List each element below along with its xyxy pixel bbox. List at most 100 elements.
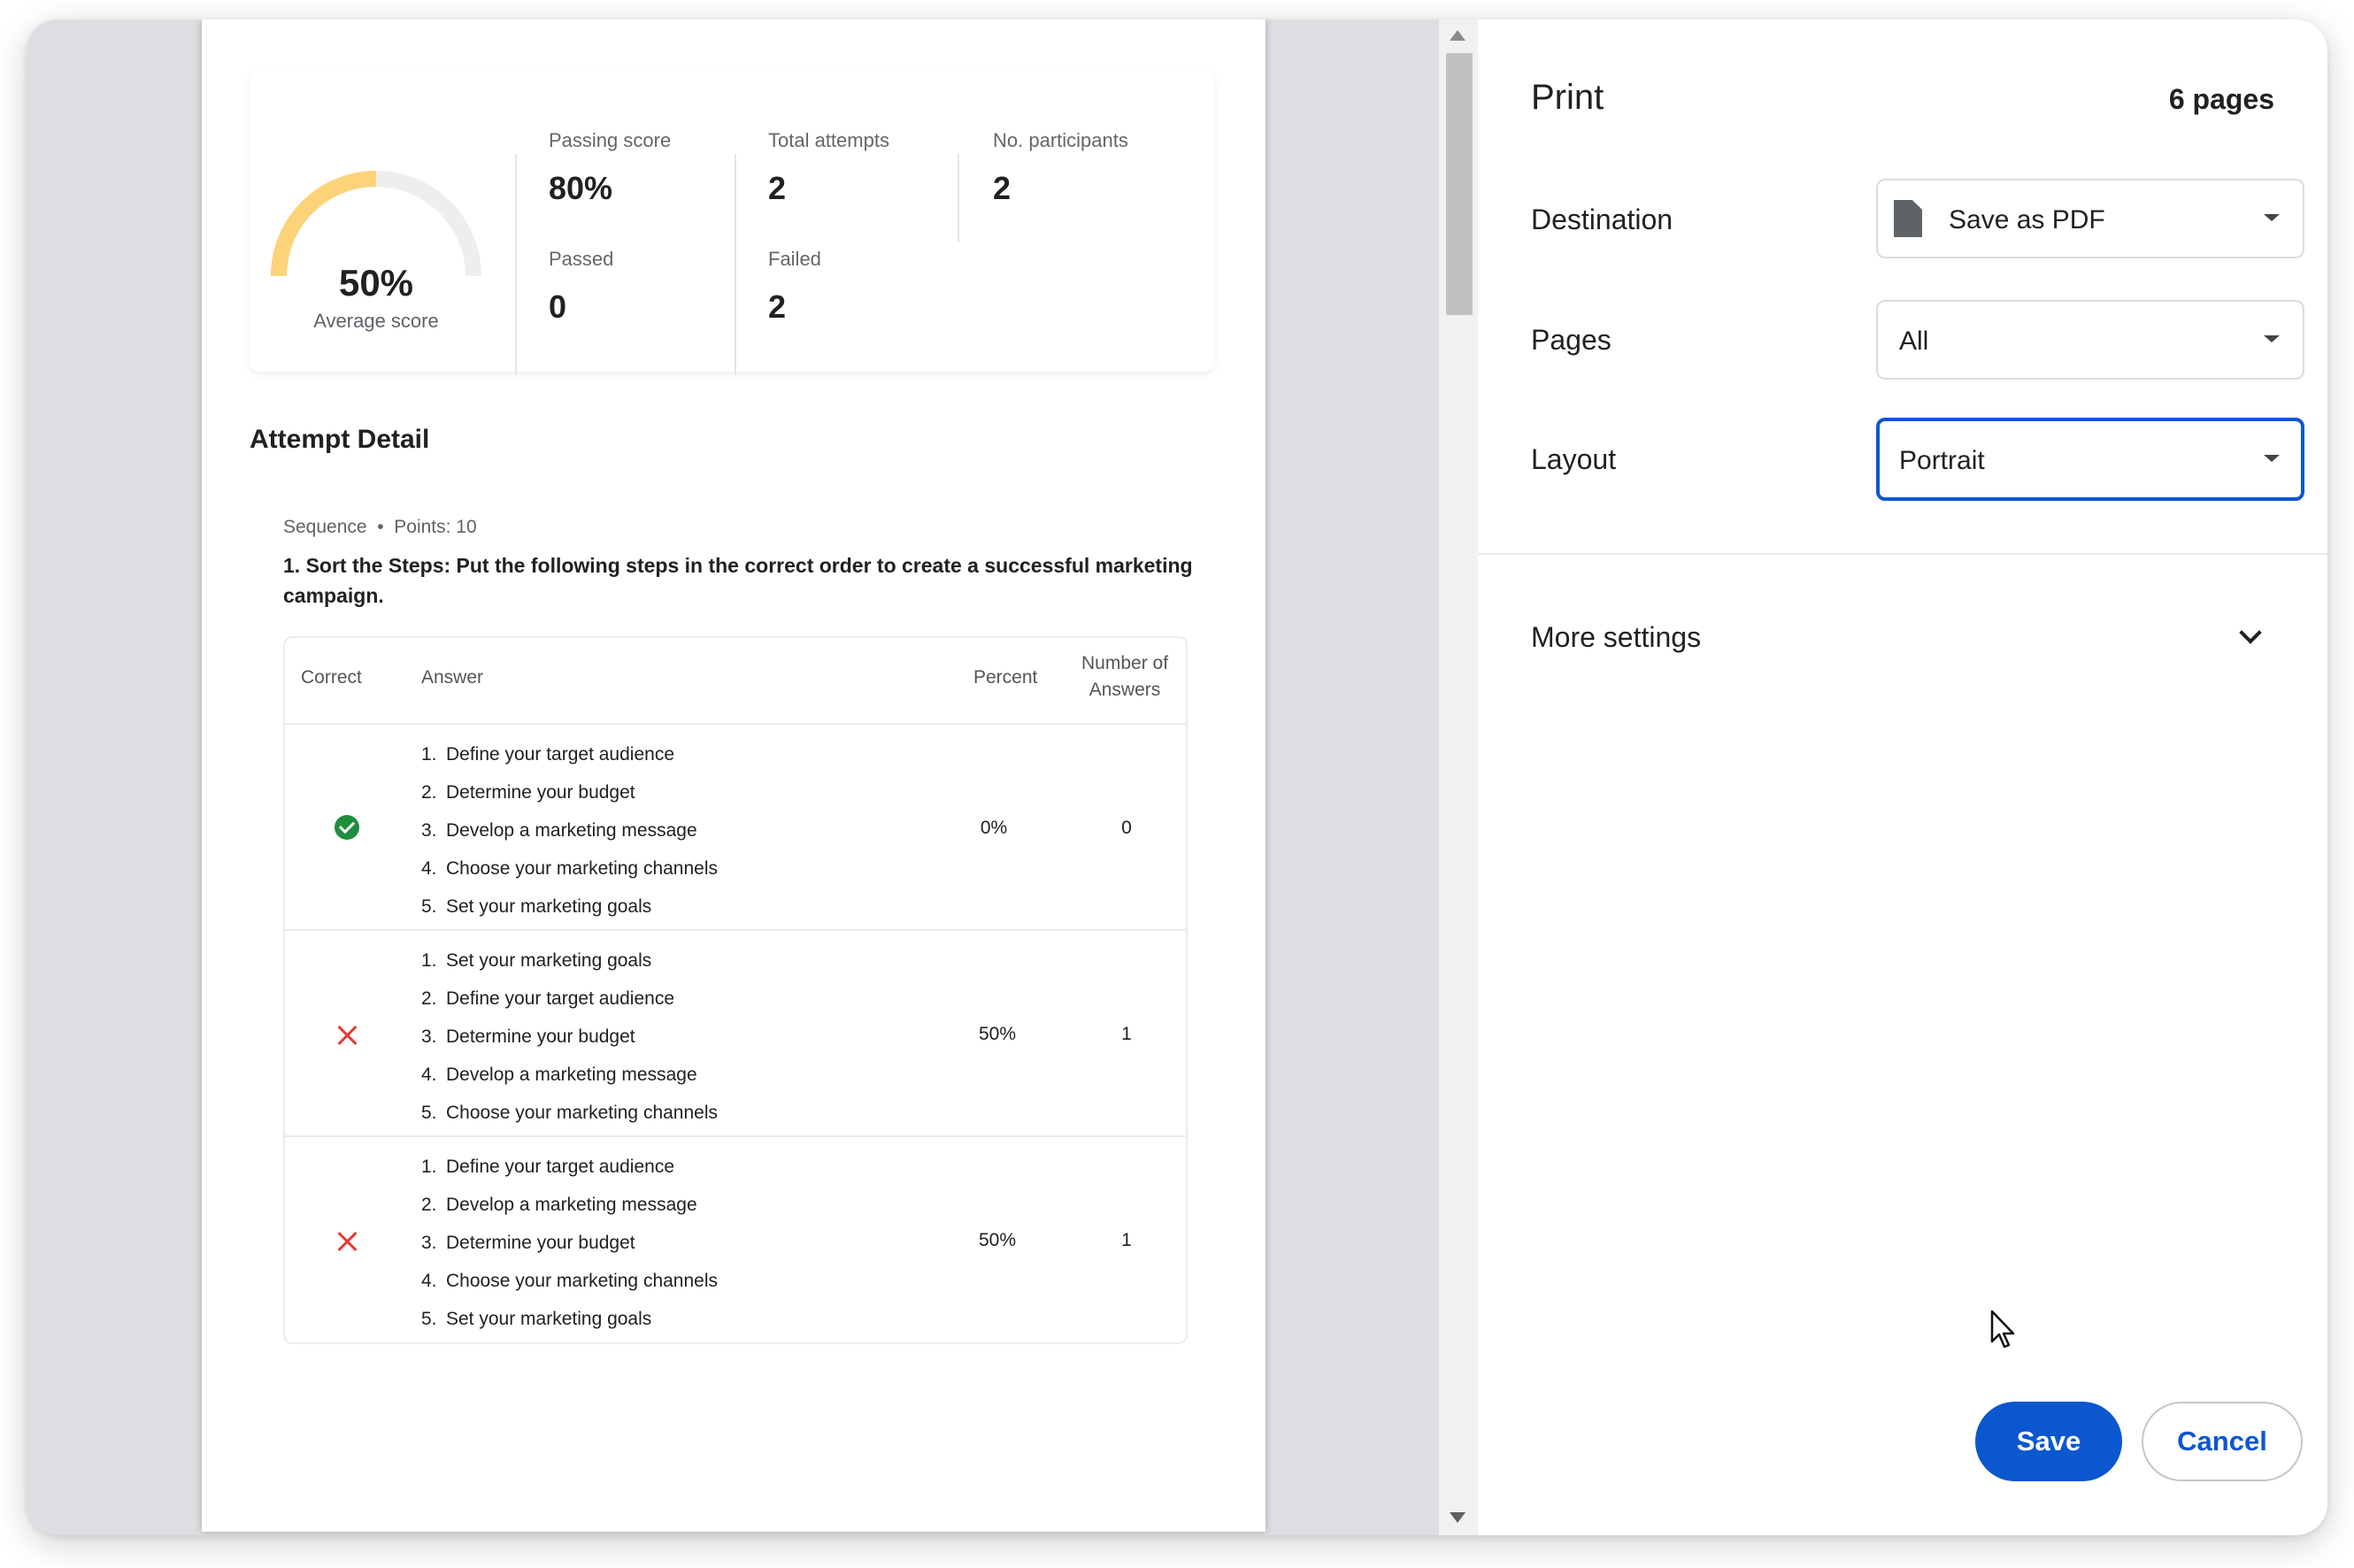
- answer-steps: 1. Define your target audience 2. Develop …: [421, 1148, 718, 1338]
- percent-value: 50%: [978, 1024, 1017, 1044]
- preview-scrollbar[interactable]: [1439, 19, 1478, 1535]
- list-item: 5. Choose your marketing channels: [421, 1103, 719, 1123]
- total-attempts-label: Total attempts: [768, 129, 889, 151]
- mouse-cursor-icon: [1990, 1310, 2015, 1349]
- divider: [958, 154, 959, 242]
- scroll-up-arrow-icon[interactable]: [1450, 30, 1465, 41]
- scrollbar-thumb[interactable]: [1446, 53, 1473, 315]
- question-text: 1. Sort the Steps: Put the following ste…: [283, 554, 1193, 607]
- failed-label: Failed: [768, 248, 821, 270]
- print-dialog: 50% Average score Passing score 80% Tota…: [27, 19, 2327, 1535]
- chevron-down-icon[interactable]: [2239, 621, 2262, 644]
- list-item: 3. Determine your budget: [421, 1233, 635, 1253]
- passing-score-value: 80%: [549, 170, 613, 206]
- caret-down-icon: [2264, 214, 2280, 221]
- row-divider: [285, 1135, 1186, 1137]
- participants-label: No. participants: [993, 129, 1128, 151]
- list-item: 3. Determine your budget: [421, 1026, 635, 1047]
- row-divider: [285, 929, 1186, 931]
- question-meta: Sequence • Points: 10: [283, 517, 477, 537]
- step-text: Develop a marketing message: [446, 1065, 697, 1085]
- header-percent: Percent: [973, 667, 1038, 688]
- answer-steps: 1. Set your marketing goals 2. Define your…: [421, 942, 718, 1132]
- answer-steps: 1. Define your target audience 2. Determin…: [421, 735, 718, 926]
- failed-value: 2: [768, 288, 787, 325]
- answers-table: Correct Answer Percent Number of Answers…: [283, 636, 1188, 1344]
- list-item: 4. Develop a marketing message: [421, 1065, 697, 1085]
- answer-count-value: 1: [1121, 1024, 1132, 1044]
- caret-down-icon: [2264, 335, 2280, 342]
- step-text: Set your marketing goals: [446, 1309, 652, 1329]
- cancel-button[interactable]: Cancel: [2142, 1402, 2303, 1481]
- preview-page: 50% Average score Passing score 80% Tota…: [202, 19, 1265, 1532]
- step-text: Develop a marketing message: [446, 820, 697, 841]
- step-text: Develop a marketing message: [446, 1195, 697, 1215]
- list-item: 2. Develop a marketing message: [421, 1195, 697, 1215]
- divider: [515, 154, 517, 375]
- row-divider: [285, 723, 1186, 725]
- average-score-label: Average score: [313, 310, 439, 332]
- list-item: 2. Define your target audience: [421, 988, 674, 1009]
- incorrect-x-icon: [336, 1025, 358, 1046]
- destination-value: Save as PDF: [1949, 205, 2105, 234]
- panel-divider: [1478, 553, 2327, 555]
- scroll-down-arrow-icon[interactable]: [1450, 1512, 1465, 1523]
- step-text: Define your target audience: [446, 744, 674, 765]
- percent-value: 50%: [978, 1230, 1017, 1250]
- list-item: 1. Set your marketing goals: [421, 950, 652, 971]
- list-item: 5. Set your marketing goals: [421, 896, 652, 917]
- attempt-detail-title: Attempt Detail: [250, 425, 430, 454]
- step-text: Set your marketing goals: [446, 950, 652, 971]
- step-text: Choose your marketing channels: [446, 858, 719, 879]
- answer-count-value: 0: [1121, 818, 1132, 838]
- step-text: Determine your budget: [446, 1026, 635, 1047]
- layout-value: Portrait: [1899, 446, 1985, 475]
- header-correct: Correct: [301, 667, 362, 688]
- average-score-value: 50%: [338, 262, 414, 304]
- participants-value: 2: [993, 170, 1012, 206]
- layout-select[interactable]: Portrait: [1876, 418, 2304, 501]
- pages-value: All: [1899, 327, 1929, 356]
- passed-label: Passed: [549, 248, 614, 270]
- percent-value: 0%: [980, 818, 1008, 838]
- list-item: 5. Set your marketing goals: [421, 1309, 652, 1329]
- correct-check-icon: [335, 815, 359, 840]
- list-item: 2. Determine your budget: [421, 782, 635, 803]
- list-item: 4. Choose your marketing channels: [421, 858, 719, 879]
- step-text: Choose your marketing channels: [446, 1271, 719, 1291]
- passed-value: 0: [549, 288, 567, 325]
- list-item: 3. Develop a marketing message: [421, 820, 697, 841]
- summary-card: 50% Average score Passing score 80% Tota…: [250, 69, 1214, 375]
- list-item: 1. Define your target audience: [421, 1157, 674, 1177]
- save-button[interactable]: Save: [1975, 1402, 2122, 1481]
- more-settings-toggle[interactable]: More settings: [1531, 621, 1701, 654]
- step-text: Set your marketing goals: [446, 896, 652, 917]
- incorrect-x-icon: [336, 1231, 358, 1252]
- list-item: 4. Choose your marketing channels: [421, 1271, 719, 1291]
- answer-count-value: 1: [1121, 1230, 1132, 1250]
- pages-select[interactable]: All: [1876, 300, 2304, 380]
- destination-select[interactable]: Save as PDF: [1876, 179, 2304, 258]
- list-item: 1. Define your target audience: [421, 744, 674, 765]
- page-count: 6 pages: [2168, 83, 2274, 115]
- step-text: Define your target audience: [446, 988, 674, 1009]
- step-text: Define your target audience: [446, 1157, 674, 1177]
- layout-label: Layout: [1531, 443, 1617, 475]
- total-attempts-value: 2: [768, 170, 787, 206]
- divider: [735, 154, 736, 375]
- passing-score-label: Passing score: [549, 129, 672, 151]
- header-number-of-answers: Number of Answers: [1081, 650, 1168, 703]
- print-settings-panel: Print 6 pages Destination Save as PDF Pa…: [1478, 19, 2327, 1535]
- pages-label: Pages: [1531, 324, 1612, 356]
- step-text: Determine your budget: [446, 782, 635, 803]
- print-title: Print: [1531, 78, 1604, 117]
- step-text: Choose your marketing channels: [446, 1103, 719, 1123]
- file-icon: [1894, 200, 1922, 237]
- step-text: Determine your budget: [446, 1233, 635, 1253]
- header-count-line2: Answers: [1089, 680, 1161, 700]
- caret-down-icon: [2264, 455, 2280, 462]
- destination-label: Destination: [1531, 204, 1673, 235]
- header-answer: Answer: [421, 667, 484, 688]
- print-preview-area[interactable]: 50% Average score Passing score 80% Tota…: [27, 19, 1462, 1535]
- header-count-line1: Number of: [1081, 653, 1169, 673]
